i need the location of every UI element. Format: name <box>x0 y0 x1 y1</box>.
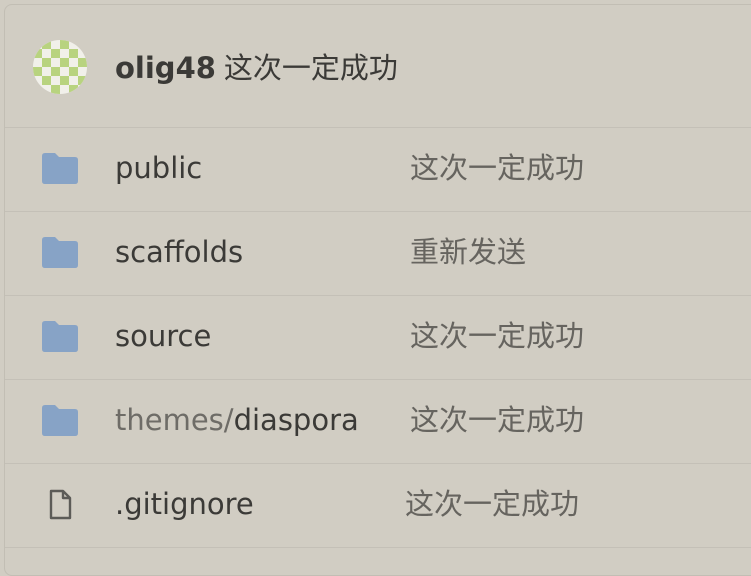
file-name[interactable]: scaffolds <box>115 232 243 272</box>
file-icon <box>49 489 72 520</box>
file-commit-message[interactable]: 这次一定成功 <box>410 316 584 356</box>
folder-icon <box>42 321 78 352</box>
commit-summary: olig48 这次一定成功 <box>115 48 398 88</box>
file-name[interactable]: themes/diaspora <box>115 400 359 440</box>
file-row-source[interactable]: source 这次一定成功 <box>5 296 751 380</box>
file-commit-message[interactable]: 这次一定成功 <box>410 148 584 188</box>
file-name[interactable]: source <box>115 316 211 356</box>
file-row-themes-diaspora[interactable]: themes/diaspora 这次一定成功 <box>5 380 751 464</box>
file-browser-panel: olig48 这次一定成功 public 这次一定成功 scaffolds 重新发… <box>4 4 751 576</box>
file-name[interactable]: .gitignore <box>115 484 254 524</box>
file-commit-message[interactable]: 重新发送 <box>410 232 526 272</box>
folder-icon <box>42 237 78 268</box>
folder-icon <box>42 153 78 184</box>
file-commit-message[interactable]: 这次一定成功 <box>405 484 579 524</box>
commit-message[interactable]: 这次一定成功 <box>224 51 398 85</box>
file-row-public[interactable]: public 这次一定成功 <box>5 128 751 212</box>
file-name[interactable]: public <box>115 148 202 188</box>
file-row-gitignore[interactable]: .gitignore 这次一定成功 <box>5 464 751 548</box>
file-commit-message[interactable]: 这次一定成功 <box>410 400 584 440</box>
avatar[interactable] <box>33 40 87 94</box>
commit-author[interactable]: olig48 <box>115 51 216 85</box>
latest-commit-header: olig48 这次一定成功 <box>5 5 751 128</box>
file-row-scaffolds[interactable]: scaffolds 重新发送 <box>5 212 751 296</box>
folder-icon <box>42 405 78 436</box>
